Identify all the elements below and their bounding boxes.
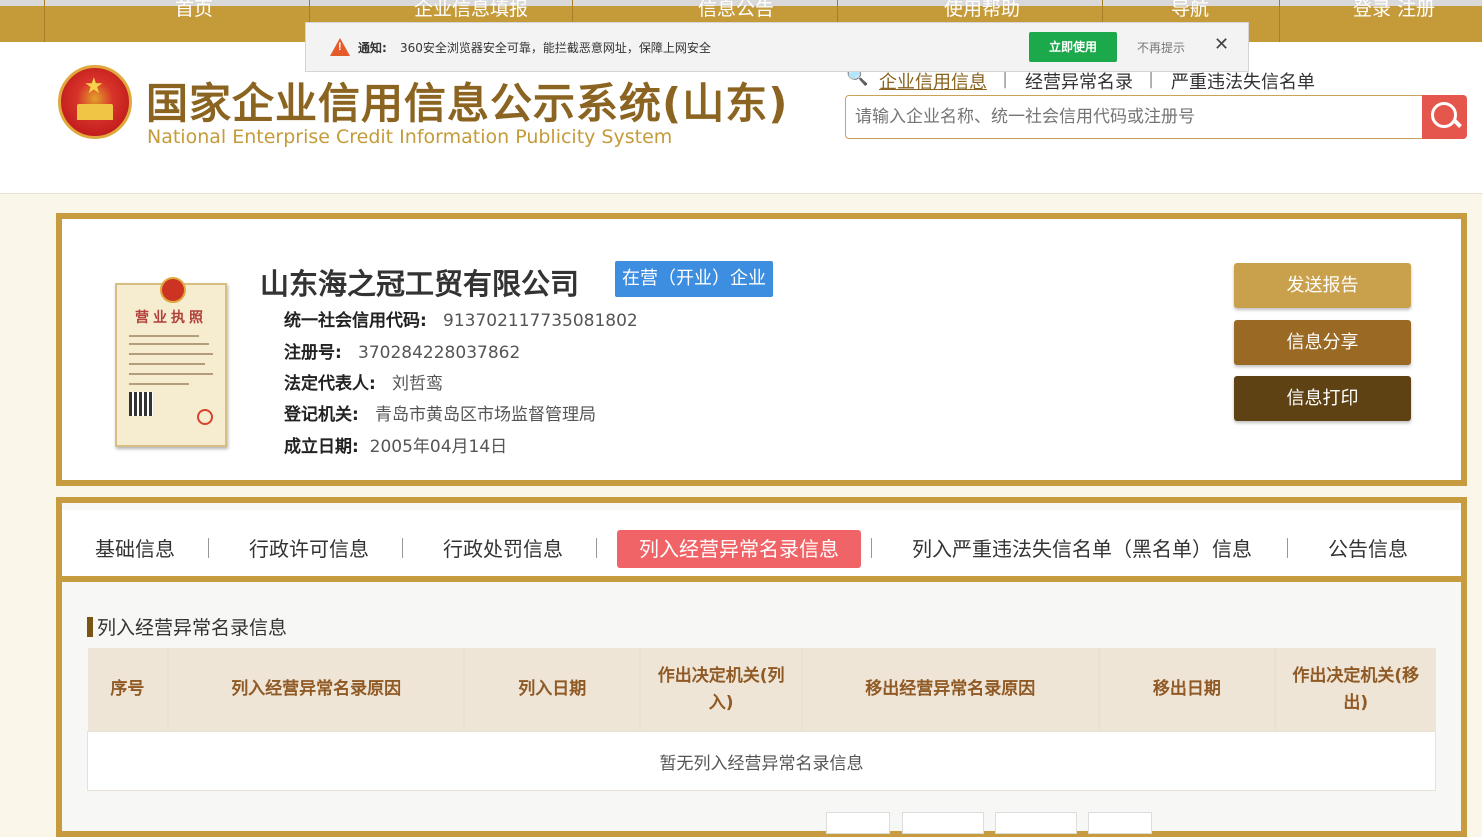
send-report-button[interactable]: 发送报告 bbox=[1234, 263, 1411, 308]
field-reg-number: 注册号: 370284228037862 bbox=[284, 338, 520, 363]
field-key: 统一社会信用代码: bbox=[284, 311, 427, 331]
col-out-reason: 移出经营异常名录原因 bbox=[801, 648, 1100, 732]
emblem-icon bbox=[160, 277, 186, 303]
nav-guide-label: 导航 bbox=[1171, 0, 1210, 20]
national-emblem-icon: ★ bbox=[58, 65, 132, 139]
field-key: 成立日期: bbox=[284, 437, 359, 457]
stamp-icon bbox=[197, 409, 213, 425]
nav-login-label: 登录 注册 bbox=[1353, 0, 1436, 20]
pager-button[interactable] bbox=[902, 812, 984, 834]
field-key: 登记机关: bbox=[284, 405, 359, 425]
tab-admin-penalty[interactable]: 行政处罚信息 bbox=[443, 530, 563, 568]
tab-divider bbox=[208, 538, 209, 558]
tab-abnormal-list[interactable]: 列入经营异常名录信息 bbox=[617, 530, 861, 568]
nav-announcement-label: 信息公告 bbox=[698, 0, 775, 20]
license-title: 营业执照 bbox=[135, 310, 207, 326]
tab-divider bbox=[871, 538, 872, 558]
close-icon[interactable]: ✕ bbox=[1214, 34, 1229, 55]
search-icon bbox=[1431, 102, 1457, 128]
company-name: 山东海之冠工贸有限公司 bbox=[260, 267, 580, 301]
abnormal-list-table: 序号 列入经营异常名录原因 列入日期 作出决定机关(列入) 移出经营异常名录原因… bbox=[87, 648, 1436, 791]
print-info-button[interactable]: 信息打印 bbox=[1234, 376, 1411, 421]
col-index: 序号 bbox=[87, 648, 170, 732]
field-authority: 登记机关: 青岛市黄岛区市场监督管理局 bbox=[284, 400, 596, 425]
search-input[interactable] bbox=[845, 95, 1423, 139]
tab-divider bbox=[402, 538, 403, 558]
section-title: 列入经营异常名录信息 bbox=[87, 613, 287, 640]
field-value: 刘哲鸾 bbox=[392, 374, 444, 394]
search-button[interactable] bbox=[1422, 95, 1467, 139]
nav-help-label: 使用帮助 bbox=[944, 0, 1021, 20]
field-key: 注册号: bbox=[284, 343, 342, 363]
field-credit-code: 统一社会信用代码: 913702117735081802 bbox=[284, 306, 638, 331]
field-value: 2005年04月14日 bbox=[369, 437, 508, 457]
tab-announcements[interactable]: 公告信息 bbox=[1328, 530, 1408, 568]
col-out-authority: 作出决定机关(移出) bbox=[1275, 648, 1436, 732]
tab-divider bbox=[1287, 538, 1288, 558]
nav-item-home[interactable]: 首页 bbox=[44, 0, 310, 42]
field-founded-date: 成立日期: 2005年04月14日 bbox=[284, 432, 507, 457]
status-badge: 在营（开业）企业 bbox=[615, 261, 773, 297]
pager-button[interactable] bbox=[995, 812, 1077, 834]
company-card: 营业执照 山东海之冠工贸有限公司 在营（开业）企业 统一社会信用代码: 9137… bbox=[56, 213, 1467, 486]
table-row: 暂无列入经营异常名录信息 bbox=[87, 731, 1436, 791]
field-value: 913702117735081802 bbox=[443, 311, 638, 331]
tab-divider bbox=[596, 538, 597, 558]
section-title-text: 列入经营异常名录信息 bbox=[97, 617, 288, 639]
col-out-date: 移出日期 bbox=[1098, 648, 1277, 732]
nav-report-label: 企业信息填报 bbox=[414, 0, 529, 20]
tab-admin-license[interactable]: 行政许可信息 bbox=[249, 530, 369, 568]
table-header-row: 序号 列入经营异常名录原因 列入日期 作出决定机关(列入) 移出经营异常名录原因… bbox=[87, 648, 1436, 732]
pager-button[interactable] bbox=[826, 812, 890, 834]
tab-blacklist[interactable]: 列入严重违法失信名单（黑名单）信息 bbox=[912, 530, 1252, 568]
col-in-authority: 作出决定机关(列入) bbox=[640, 648, 803, 732]
field-key: 法定代表人: bbox=[284, 374, 376, 394]
info-panel: 基础信息 行政许可信息 行政处罚信息 列入经营异常名录信息 列入严重违法失信名单… bbox=[56, 497, 1467, 837]
nav-home-label: 首页 bbox=[175, 0, 214, 20]
site-subtitle: National Enterprise Credit Information P… bbox=[147, 126, 673, 148]
col-in-reason: 列入经营异常名录原因 bbox=[168, 648, 466, 732]
business-license-image[interactable]: 营业执照 bbox=[115, 277, 227, 447]
use-now-button[interactable]: 立即使用 bbox=[1029, 32, 1117, 62]
pager-button[interactable] bbox=[1088, 812, 1152, 834]
qr-code-icon bbox=[129, 392, 153, 416]
tab-basic-info[interactable]: 基础信息 bbox=[95, 530, 175, 568]
notice-text: 360安全浏览器安全可靠，能拦截恶意网址，保障上网安全 bbox=[400, 41, 711, 55]
field-value: 青岛市黄岛区市场监督管理局 bbox=[375, 405, 597, 425]
field-value: 370284228037862 bbox=[358, 343, 521, 363]
empty-message: 暂无列入经营异常名录信息 bbox=[87, 731, 1436, 791]
warning-icon bbox=[330, 38, 350, 56]
field-legal-rep: 法定代表人: 刘哲鸾 bbox=[284, 369, 443, 394]
tab-bar: 基础信息 行政许可信息 行政处罚信息 列入经营异常名录信息 列入严重违法失信名单… bbox=[62, 510, 1461, 582]
site-title: 国家企业信用信息公示系统(山东) bbox=[146, 79, 789, 128]
no-more-link[interactable]: 不再提示 bbox=[1137, 39, 1185, 56]
notice-label: 通知: bbox=[358, 41, 387, 55]
share-info-button[interactable]: 信息分享 bbox=[1234, 320, 1411, 365]
col-in-date: 列入日期 bbox=[464, 648, 642, 732]
browser-notice-bar: 通知: 360安全浏览器安全可靠，能拦截恶意网址，保障上网安全 立即使用 不再提… bbox=[305, 22, 1249, 72]
title-marker bbox=[87, 617, 93, 637]
nav-item-login[interactable]: 登录 注册 bbox=[1279, 0, 1482, 42]
